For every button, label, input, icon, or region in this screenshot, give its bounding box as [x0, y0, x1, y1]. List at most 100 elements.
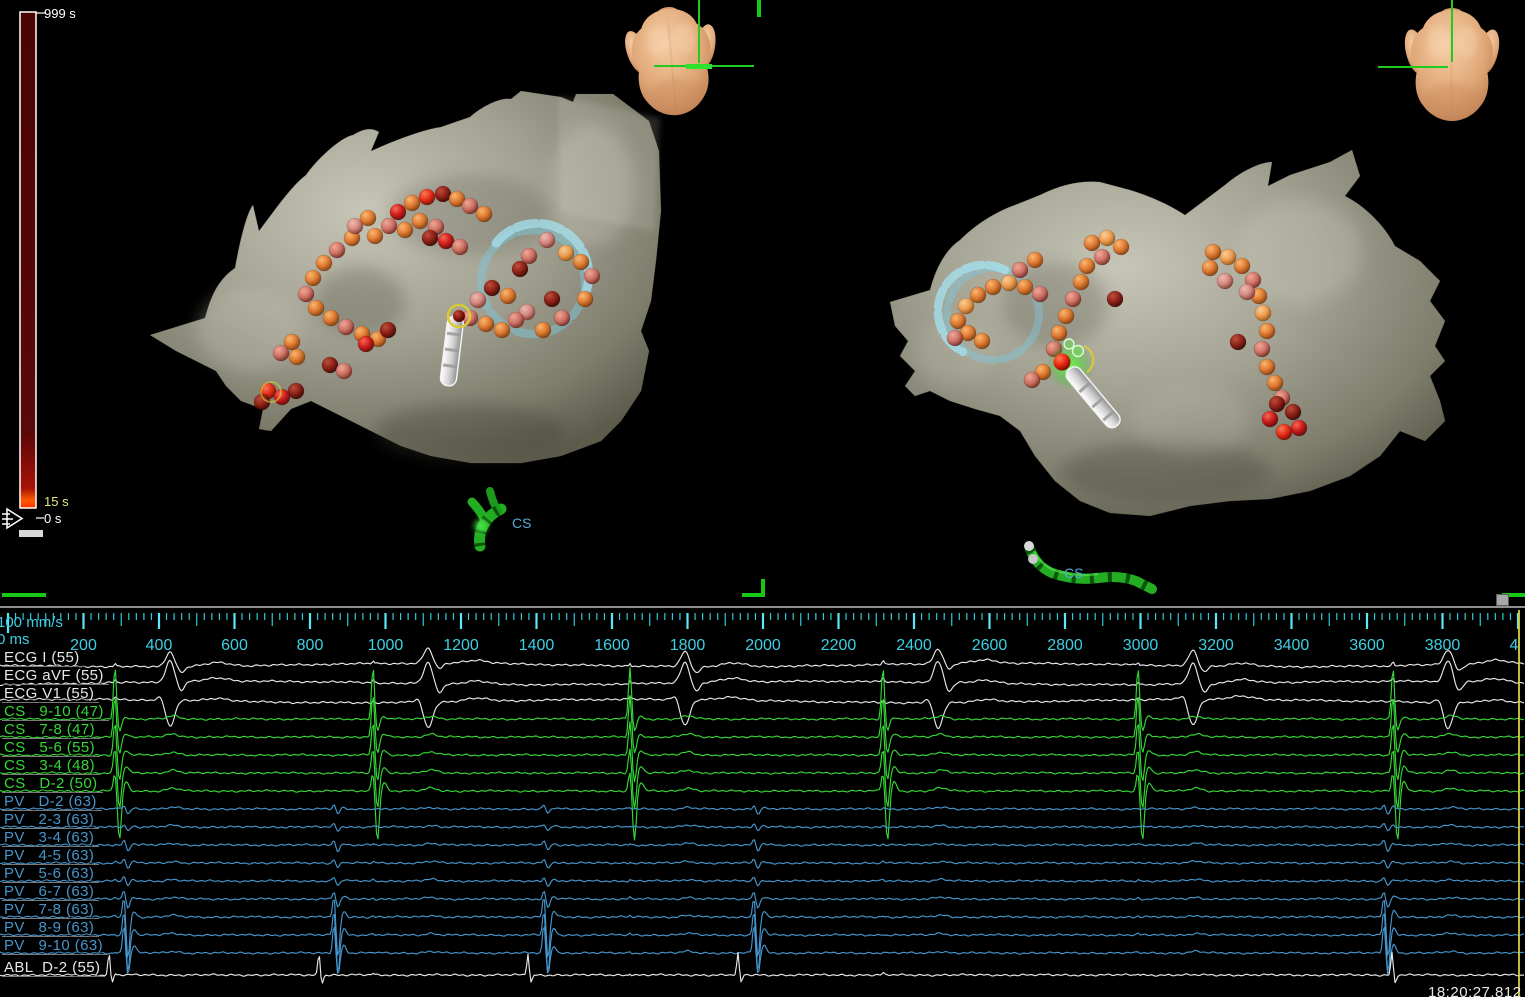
ablation-point[interactable]	[329, 242, 345, 258]
ablation-point[interactable]	[404, 195, 420, 211]
ablation-point[interactable]	[1017, 279, 1033, 295]
ablation-point[interactable]	[1234, 258, 1250, 274]
timer-slider-handle[interactable]	[19, 530, 43, 537]
ablation-point[interactable]	[336, 363, 352, 379]
ablation-point[interactable]	[419, 189, 435, 205]
ablation-point[interactable]	[985, 279, 1001, 295]
ecg-trace	[0, 805, 1524, 814]
ruler-time-label: 200	[70, 637, 97, 654]
ablation-point[interactable]	[1202, 260, 1218, 276]
ecg-trace	[0, 824, 1524, 831]
ablation-point[interactable]	[435, 186, 451, 202]
ablation-point[interactable]	[1269, 396, 1285, 412]
ablation-point[interactable]	[274, 389, 290, 405]
ablation-point[interactable]	[288, 383, 304, 399]
ablation-point[interactable]	[476, 206, 492, 222]
ablation-point[interactable]	[273, 345, 289, 361]
ablation-point[interactable]	[494, 322, 510, 338]
ablation-point[interactable]	[521, 248, 537, 264]
ablation-point[interactable]	[380, 322, 396, 338]
ablation-point[interactable]	[1239, 284, 1255, 300]
ablation-point[interactable]	[1276, 424, 1292, 440]
ablation-point[interactable]	[1001, 275, 1017, 291]
ablation-point[interactable]	[1205, 244, 1221, 260]
ablation-point[interactable]	[535, 322, 551, 338]
ablation-point[interactable]	[289, 349, 305, 365]
ablation-point[interactable]	[1012, 262, 1028, 278]
ablation-point[interactable]	[316, 255, 332, 271]
ablation-point[interactable]	[1094, 249, 1110, 265]
ablation-point[interactable]	[1259, 359, 1275, 375]
electrogram-panel[interactable]: 2004006008001000120014001600180020002200…	[0, 606, 1525, 997]
timer-play-marker[interactable]	[2, 509, 22, 528]
ablation-point[interactable]	[544, 291, 560, 307]
ruler-time-label: 600	[221, 637, 248, 654]
left-orientation-torso-icon[interactable]	[618, 3, 726, 120]
ablation-point[interactable]	[305, 270, 321, 286]
ablation-point[interactable]	[1230, 334, 1246, 350]
ablation-point[interactable]	[452, 239, 468, 255]
ablation-point[interactable]	[298, 286, 314, 302]
ablation-point[interactable]	[1113, 239, 1129, 255]
ablation-point[interactable]	[947, 330, 963, 346]
ablation-point[interactable]	[338, 319, 354, 335]
ablation-point[interactable]	[974, 333, 990, 349]
ablation-point[interactable]	[1027, 252, 1043, 268]
ecg-scrollbar-thumb[interactable]	[1496, 594, 1509, 606]
ablation-point[interactable]	[1051, 325, 1067, 341]
ablation-point[interactable]	[1217, 273, 1233, 289]
ablation-point[interactable]	[462, 198, 478, 214]
ablation-point[interactable]	[558, 245, 574, 261]
ablation-point[interactable]	[508, 312, 524, 328]
ablation-point[interactable]	[438, 233, 454, 249]
ruler-time-label: 1800	[670, 637, 706, 654]
ablation-point[interactable]	[577, 291, 593, 307]
ablation-point[interactable]	[390, 204, 406, 220]
ablation-point[interactable]	[584, 268, 600, 284]
ablation-point[interactable]	[970, 287, 986, 303]
ablation-point[interactable]	[1259, 323, 1275, 339]
ablation-point[interactable]	[422, 230, 438, 246]
ablation-point[interactable]	[1084, 235, 1100, 251]
ruler-time-label: 2200	[821, 637, 857, 654]
right-heart-map[interactable]: CS	[890, 150, 1445, 589]
ablation-point[interactable]	[470, 292, 486, 308]
ablation-point[interactable]	[1255, 305, 1271, 321]
left-cs-label: CS	[512, 515, 531, 531]
ablation-point[interactable]	[478, 316, 494, 332]
ablation-point[interactable]	[323, 310, 339, 326]
ablation-point[interactable]	[958, 298, 974, 314]
ruler-time-label: 3400	[1274, 637, 1310, 654]
ablation-point[interactable]	[347, 218, 363, 234]
ablation-point[interactable]	[358, 336, 374, 352]
ablation-point[interactable]	[500, 288, 516, 304]
ablation-point[interactable]	[1262, 411, 1278, 427]
ablation-point[interactable]	[1058, 308, 1074, 324]
ablation-point[interactable]	[412, 213, 428, 229]
ablation-point[interactable]	[539, 232, 555, 248]
ablation-point[interactable]	[484, 280, 500, 296]
ablation-point[interactable]	[1254, 341, 1270, 357]
ablation-point[interactable]	[1024, 372, 1040, 388]
ablation-point[interactable]	[1065, 291, 1081, 307]
ablation-point[interactable]	[322, 357, 338, 373]
ablation-point[interactable]	[1285, 404, 1301, 420]
ablation-timer-scale: 999 s 15 s 0 s	[2, 6, 76, 537]
ablation-point[interactable]	[1079, 258, 1095, 274]
ablation-point[interactable]	[554, 310, 570, 326]
ablation-point[interactable]	[308, 300, 324, 316]
ablation-point[interactable]	[1267, 375, 1283, 391]
sweep-speed-label: 100 mm/s	[0, 614, 63, 631]
ablation-point[interactable]	[1291, 420, 1307, 436]
ablation-point[interactable]	[1220, 249, 1236, 265]
left-heart-map[interactable]: CS	[150, 91, 661, 546]
ablation-point[interactable]	[1099, 230, 1115, 246]
ruler-time-label: 3800	[1425, 637, 1461, 654]
ablation-point[interactable]	[1107, 291, 1123, 307]
ablation-point[interactable]	[397, 222, 413, 238]
ablation-point[interactable]	[381, 218, 397, 234]
ablation-point[interactable]	[573, 254, 589, 270]
ablation-point[interactable]	[1032, 286, 1048, 302]
ablation-point[interactable]	[1073, 274, 1089, 290]
ablation-point[interactable]	[367, 228, 383, 244]
